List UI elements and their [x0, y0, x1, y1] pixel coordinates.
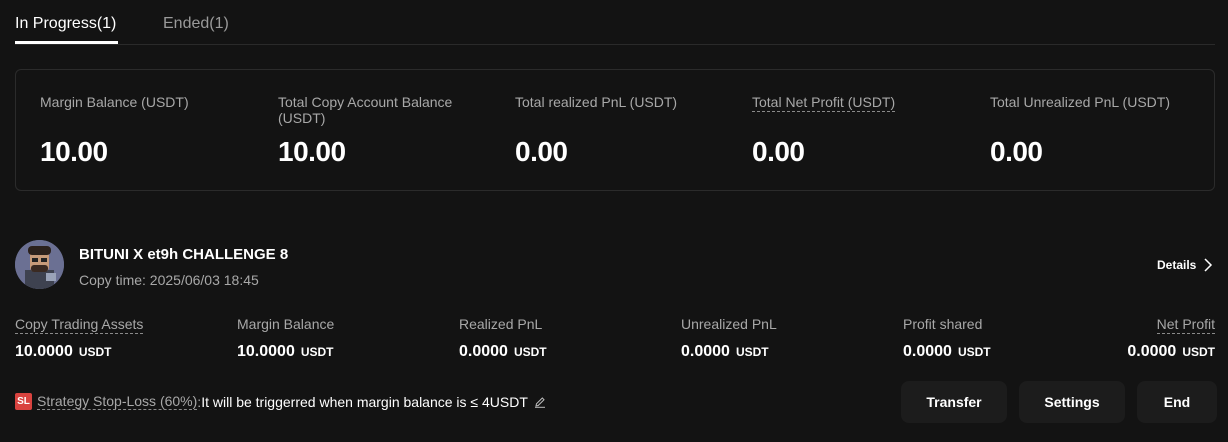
summary-label: Total Copy Account Balance (USDT) [278, 94, 453, 126]
stat-value: 0.0000 USDT [681, 343, 777, 361]
end-button[interactable]: End [1137, 381, 1217, 423]
summary-label[interactable]: Total Net Profit (USDT) [752, 94, 962, 112]
stat-number: 0.0000 [681, 343, 730, 360]
summary-total-realized-pnl: Total realized PnL (USDT) 0.00 [515, 94, 725, 167]
stat-net-profit: Net Profit 0.0000 USDT [1127, 316, 1215, 361]
settings-button[interactable]: Settings [1019, 381, 1125, 423]
summary-label: Total realized PnL (USDT) [515, 94, 678, 110]
stat-realized-pnl: Realized PnL 0.0000 USDT [459, 316, 547, 361]
summary-label: Margin Balance (USDT) [40, 94, 189, 110]
stat-value: 10.0000 USDT [237, 343, 334, 361]
summary-label: Total Unrealized PnL (USDT) [990, 94, 1170, 110]
avatar[interactable] [15, 240, 64, 289]
stop-loss-row: SL Strategy Stop-Loss (60%) : It will be… [15, 393, 546, 410]
stat-copy-trading-assets: Copy Trading Assets 10.0000 USDT [15, 316, 144, 361]
net-profit-tooltip-trigger[interactable]: Net Profit [1156, 316, 1215, 334]
stat-value: 10.0000 USDT [15, 343, 143, 361]
stat-number: 0.0000 [459, 343, 508, 360]
summary-value: 10.00 [278, 136, 346, 167]
stat-unit: USDT [735, 345, 769, 359]
stat-unit: USDT [513, 345, 547, 359]
net-profit-tooltip-trigger[interactable]: Total Net Profit (USDT) [752, 94, 896, 112]
stat-value: 0.0000 USDT [903, 343, 991, 361]
tab-in-progress[interactable]: In Progress(1) [15, 15, 116, 33]
strategy-name[interactable]: BITUNI X et9h CHALLENGE 8 [79, 246, 288, 263]
stat-unit: USDT [300, 345, 334, 359]
tab-ended[interactable]: Ended(1) [163, 15, 229, 33]
stat-margin-balance: Margin Balance 10.0000 USDT [237, 316, 334, 361]
stat-profit-shared: Profit shared 0.0000 USDT [903, 316, 991, 361]
stop-loss-badge: SL [15, 393, 32, 410]
chevron-right-icon [1204, 258, 1213, 272]
summary-value: 0.00 [752, 136, 805, 167]
stop-loss-description: It will be triggerred when margin balanc… [201, 393, 528, 410]
summary-value: 10.00 [40, 136, 108, 167]
stat-value: 0.0000 USDT [459, 343, 547, 361]
summary-value: 0.00 [990, 136, 1043, 167]
stop-loss-label[interactable]: Strategy Stop-Loss (60%) [37, 393, 198, 410]
summary-value: 0.00 [515, 136, 568, 167]
transfer-button[interactable]: Transfer [901, 381, 1007, 423]
avatar-image [15, 240, 64, 289]
active-tab-indicator [15, 41, 118, 44]
copy-time: Copy time: 2025/06/03 18:45 [79, 272, 259, 288]
edit-icon[interactable] [534, 396, 546, 408]
details-label: Details [1157, 258, 1197, 272]
stat-number: 0.0000 [903, 343, 952, 360]
stat-number: 10.0000 [15, 343, 73, 360]
stat-number: 0.0000 [1127, 343, 1177, 360]
stat-unit: USDT [957, 345, 991, 359]
stat-label: Unrealized PnL [681, 316, 777, 332]
summary-total-unrealized-pnl: Total Unrealized PnL (USDT) 0.00 [990, 94, 1200, 167]
tab-bar: In Progress(1) Ended(1) [15, 0, 1215, 45]
stat-label: Profit shared [903, 316, 983, 332]
summary-total-copy-account-balance: Total Copy Account Balance (USDT) 10.00 [278, 94, 488, 167]
stat-label[interactable]: Copy Trading Assets [15, 316, 144, 334]
stat-unit: USDT [1182, 345, 1215, 359]
stat-unrealized-pnl: Unrealized PnL 0.0000 USDT [681, 316, 777, 361]
copy-trading-assets-tooltip-trigger[interactable]: Copy Trading Assets [15, 316, 144, 334]
stat-label[interactable]: Net Profit [1127, 316, 1215, 334]
summary-total-net-profit: Total Net Profit (USDT) 0.00 [752, 94, 962, 167]
summary-margin-balance: Margin Balance (USDT) 10.00 [40, 94, 250, 167]
stat-unit: USDT [78, 345, 112, 359]
stat-label: Margin Balance [237, 316, 335, 332]
details-link[interactable]: Details [1157, 258, 1214, 272]
stat-label: Realized PnL [459, 316, 543, 332]
summary-card: Margin Balance (USDT) 10.00 Total Copy A… [15, 69, 1215, 191]
stat-number: 10.0000 [237, 343, 295, 360]
stat-value: 0.0000 USDT [1127, 343, 1215, 361]
